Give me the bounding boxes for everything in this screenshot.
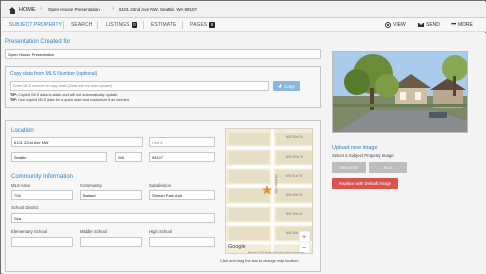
map-graphic: NW 63rd St NW 62nd St NW 61st St NW 60th… — [226, 129, 312, 254]
copy-button-label: Copy — [284, 83, 295, 89]
copy-button[interactable]: Copy — [273, 81, 300, 91]
zip-input[interactable]: 98107 — [149, 152, 215, 162]
nav-divider — [143, 21, 144, 29]
mls-copy-panel: Copy data from MLS Number (optional) Ent… — [5, 66, 321, 108]
map-street-label: 22nd Ave NW — [274, 174, 278, 193]
mail-icon — [418, 22, 424, 28]
tab-pages[interactable]: PAGES 8 — [190, 21, 215, 29]
tab-label: PAGES — [190, 22, 208, 28]
zoom-out-button[interactable]: − — [302, 245, 306, 252]
breadcrumb-presentation[interactable]: Open House Presentation — [48, 7, 100, 12]
mls-image-button[interactable]: MLS — [369, 162, 407, 173]
nav-divider — [182, 21, 183, 29]
home-link[interactable]: HOME — [9, 6, 36, 14]
top-bar: HOME › Open House Presentation › 6101 22… — [2, 2, 486, 18]
tab-estimate[interactable]: ESTIMATE — [151, 21, 176, 29]
community-heading: Community Information — [11, 174, 74, 180]
replace-default-image-button[interactable]: Replace with Default Image — [332, 178, 398, 189]
mls-tips: TIP: Copied MLS data is static and will … — [10, 93, 130, 103]
tab-listings[interactable]: LISTINGS 0 — [106, 21, 138, 29]
view-label: VIEW — [393, 22, 406, 28]
community-label: Community — [80, 183, 102, 188]
tip-text: Copied MLS data is static and will not a… — [18, 93, 119, 97]
tab-search[interactable]: SEARCH — [71, 21, 92, 29]
state-input[interactable]: WA — [115, 152, 142, 162]
map-attribution: Map data ©2017 Google Terms of Use Repor… — [248, 251, 305, 254]
app-window: HOME › Open House Presentation › 6101 22… — [0, 0, 486, 274]
tab-label: LISTINGS — [106, 22, 130, 28]
map-street-label: NW 61st St — [286, 174, 302, 178]
school-district-input[interactable]: Sea — [11, 213, 215, 223]
subdivision-input[interactable]: Gilman Park Add — [149, 190, 215, 200]
tip-text: Use copied MLS data for a quick start an… — [18, 98, 130, 102]
more-label: MORE — [457, 22, 473, 28]
map-caption: Click and drag the star to change map lo… — [220, 259, 300, 263]
elementary-school-input[interactable] — [11, 237, 73, 247]
city-input[interactable]: Seattle — [11, 152, 107, 162]
upload-heading: Upload new image — [332, 145, 378, 151]
send-button[interactable]: SEND — [418, 21, 440, 29]
send-label: SEND — [426, 22, 440, 28]
presentation-heading: Presentation Created for — [5, 39, 71, 45]
home-icon — [9, 6, 16, 14]
tab-label: ESTIMATE — [151, 22, 177, 28]
presentation-name-input[interactable]: Open House Presentation — [5, 49, 321, 59]
main-nav: SUBJECT PROPERTY SEARCH LISTINGS 0 ESTIM… — [2, 18, 486, 32]
map-street-label: NW 62nd St — [286, 155, 303, 159]
breadcrumb-separator: › — [40, 6, 42, 12]
location-map[interactable]: NW 63rd St NW 62nd St NW 61st St NW 60th… — [225, 128, 313, 254]
map-street-label: NW 59th St — [286, 212, 302, 216]
upload-subheading: Select a Subject Property Image — [332, 153, 394, 158]
tip-label: TIP: — [10, 93, 18, 97]
download-icon — [278, 84, 283, 88]
map-street-label: NW 63rd St — [286, 135, 303, 139]
tip-label: TIP: — [10, 98, 18, 102]
google-logo: Google — [228, 244, 246, 250]
unit-input[interactable]: Unit # — [149, 137, 215, 147]
subdivision-label: Subdivision — [149, 183, 171, 188]
pages-count-badge: 8 — [209, 22, 215, 28]
school-district-label: School District — [11, 205, 39, 210]
tab-subject-property[interactable]: SUBJECT PROPERTY — [9, 21, 62, 29]
listings-count-badge: 0 — [131, 22, 138, 28]
high-school-label: High School — [149, 229, 173, 234]
map-street-label: NW 60th St — [286, 193, 302, 197]
high-school-input[interactable] — [149, 237, 215, 247]
middle-school-input[interactable] — [80, 237, 142, 247]
breadcrumb-address: 6101 22nd Ave NW, Seattle, WA 98107 — [119, 7, 198, 12]
breadcrumb-separator: › — [112, 6, 114, 12]
more-button[interactable]: ••• MORE — [451, 21, 473, 29]
mls-number-input[interactable]: Enter MLS number to copy data (Data will… — [10, 81, 269, 91]
nav-divider — [97, 21, 98, 29]
main-content: Presentation Created for Open House Pres… — [2, 33, 486, 274]
subject-property-photo — [332, 51, 468, 133]
browse-button[interactable]: BROWSE — [332, 162, 366, 173]
zoom-in-button[interactable]: + — [302, 234, 306, 241]
street-input[interactable]: 6101 22nd Ave NW — [11, 137, 143, 147]
tab-label: SUBJECT PROPERTY — [9, 22, 63, 28]
elementary-school-label: Elementary School — [11, 229, 48, 234]
more-dots-icon: ••• — [451, 22, 456, 28]
nav-divider — [63, 21, 64, 29]
location-heading: Location — [11, 128, 34, 134]
mls-copy-heading: Copy data from MLS Number (optional) — [10, 71, 98, 77]
community-input[interactable]: Ballard — [80, 190, 142, 200]
home-label: HOME — [19, 7, 36, 13]
middle-school-label: Middle School — [80, 229, 107, 234]
mls-area-input[interactable]: 705 — [11, 190, 73, 200]
eye-icon — [385, 22, 391, 28]
mls-area-label: MLS Area — [11, 183, 30, 188]
view-button[interactable]: VIEW — [385, 21, 406, 29]
tab-label: SEARCH — [71, 22, 93, 28]
